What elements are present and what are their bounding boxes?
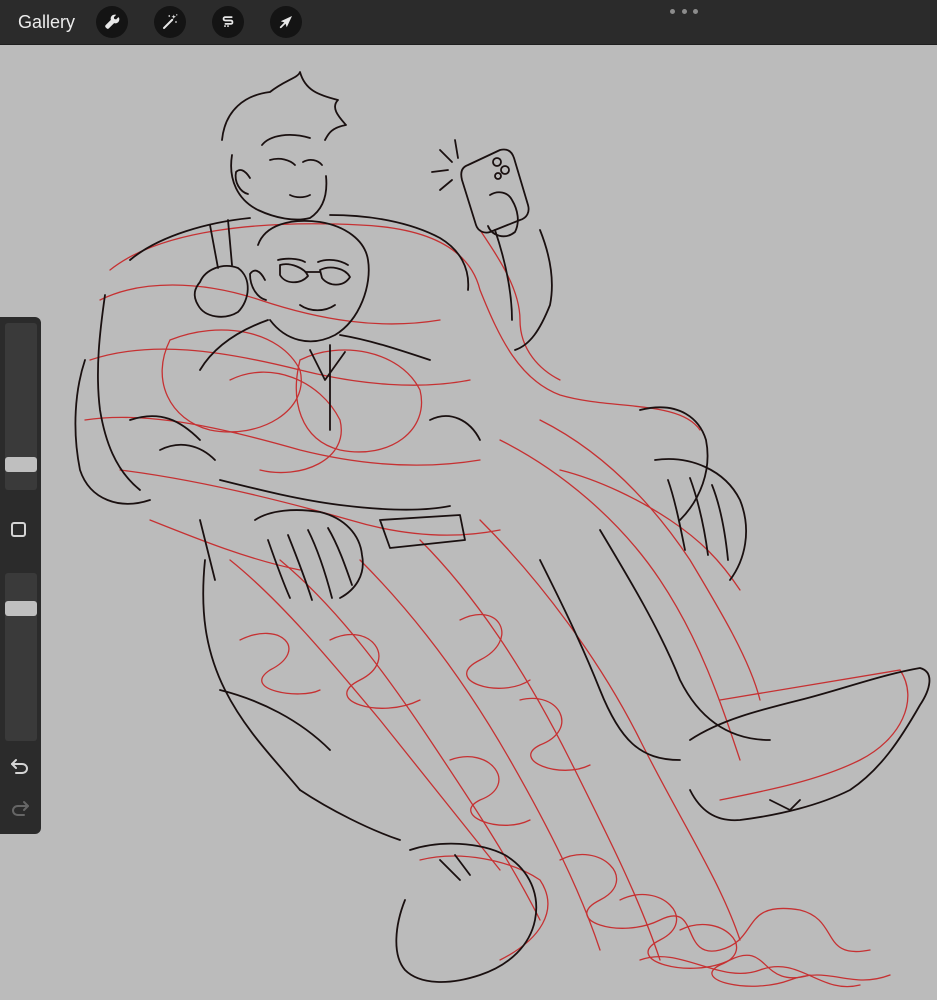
- sketch-artwork: [74, 71, 931, 988]
- brush-opacity-slider-thumb[interactable]: [5, 601, 37, 616]
- ellipsis-dot: [681, 8, 687, 14]
- procreate-app: Gallery: [0, 0, 937, 1000]
- undo-button[interactable]: [9, 755, 31, 777]
- selection-s-icon: [222, 16, 234, 27]
- magic-wand-icon: [163, 14, 178, 29]
- transform-button[interactable]: [270, 6, 302, 38]
- brush-sidebar: [0, 317, 41, 834]
- ellipsis-dot: [670, 8, 675, 14]
- ellipsis-dot: [693, 8, 698, 14]
- more-options-button[interactable]: [670, 4, 698, 18]
- modify-button[interactable]: [11, 522, 26, 537]
- brush-size-slider-thumb[interactable]: [5, 457, 37, 472]
- redo-arrow-icon: [11, 801, 29, 816]
- selection-button[interactable]: [212, 6, 244, 38]
- lineart-layer: [74, 71, 931, 983]
- rough-sketch-layer: [84, 223, 909, 988]
- drawing-canvas[interactable]: [0, 45, 937, 1000]
- undo-arrow-icon: [11, 759, 29, 774]
- arrow-cursor-icon: [279, 16, 292, 29]
- gallery-button[interactable]: Gallery: [18, 10, 75, 34]
- brush-opacity-slider[interactable]: [5, 573, 37, 741]
- wrench-icon: [105, 14, 120, 29]
- brush-size-slider[interactable]: [5, 323, 37, 490]
- redo-button[interactable]: [9, 797, 31, 819]
- adjustments-button[interactable]: [154, 6, 186, 38]
- actions-button[interactable]: [96, 6, 128, 38]
- top-toolbar: Gallery: [0, 0, 937, 45]
